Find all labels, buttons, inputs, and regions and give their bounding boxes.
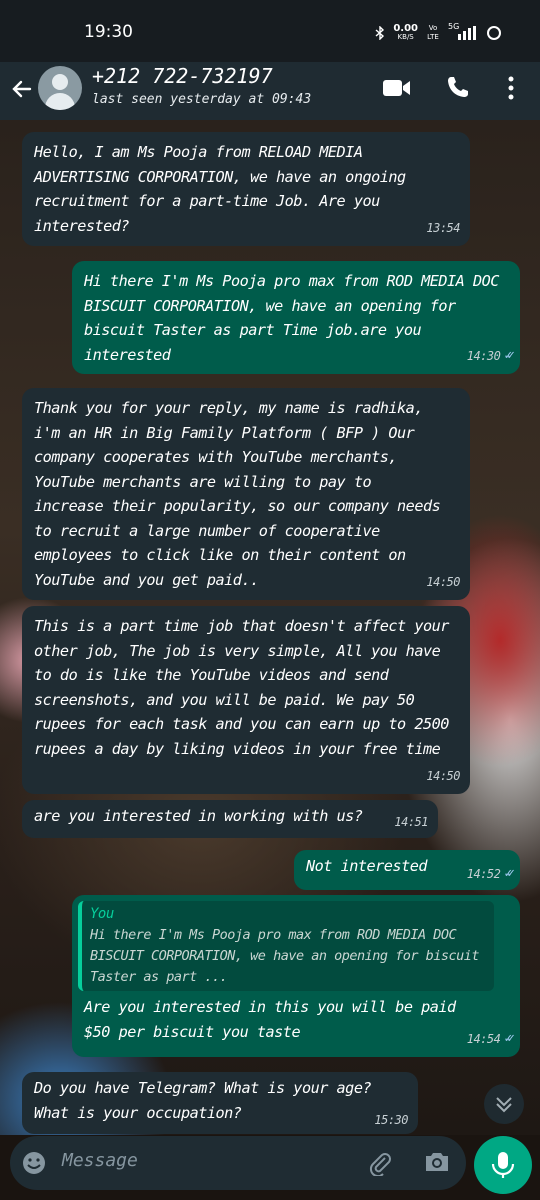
message-incoming[interactable]: Hello, I am Ms Pooja from RELOAD MEDIA A… [22, 132, 470, 246]
more-options-icon[interactable] [508, 76, 514, 100]
battery-ring-icon [487, 26, 501, 40]
message-time: 14:30 ✓✓ [467, 344, 515, 369]
double-chevron-down-icon [496, 1097, 512, 1113]
contact-avatar[interactable] [38, 66, 82, 110]
microphone-icon [491, 1152, 515, 1178]
read-receipt-icon: ✓✓ [504, 1030, 514, 1046]
attachment-icon[interactable] [368, 1150, 392, 1176]
status-time: 19:30 [84, 22, 133, 42]
back-arrow-icon[interactable] [10, 74, 34, 104]
status-icons: 0.00 KB/S Vo LTE 5G [375, 22, 502, 42]
emoji-icon[interactable] [22, 1151, 46, 1175]
message-text: This is a part time job that doesn't aff… [34, 617, 449, 758]
message-input[interactable]: Message [62, 1150, 138, 1171]
message-text: Are you interested in this you will be p… [84, 998, 456, 1041]
voice-message-button[interactable] [474, 1136, 532, 1194]
message-outgoing-reply[interactable]: You Hi there I'm Ms Pooja pro max from R… [72, 895, 520, 1057]
message-composer[interactable]: Message [10, 1136, 466, 1190]
message-incoming[interactable]: are you interested in working with us? 1… [22, 800, 438, 838]
message-time: 14:51 [394, 814, 428, 829]
status-bar: 19:30 0.00 KB/S Vo LTE 5G [0, 0, 540, 62]
message-text: Do you have Telegram? What is your age? … [34, 1079, 372, 1122]
last-seen-status: last seen yesterday at 09:43 [92, 92, 312, 107]
message-text: are you interested in working with us? [34, 807, 363, 825]
message-incoming[interactable]: This is a part time job that doesn't aff… [22, 606, 470, 794]
message-incoming[interactable]: Do you have Telegram? What is your age? … [22, 1072, 418, 1134]
message-outgoing[interactable]: Hi there I'm Ms Pooja pro max from ROD M… [72, 261, 520, 374]
message-time: 14:50 [426, 574, 460, 589]
volte-indicator: Vo LTE [427, 24, 439, 41]
message-incoming[interactable]: Thank you for your reply, my name is rad… [22, 388, 470, 600]
message-text: Thank you for your reply, my name is rad… [34, 399, 441, 589]
voice-call-icon[interactable] [446, 75, 470, 99]
signal-icon: 5G [448, 22, 478, 40]
message-time: 14:50 [426, 768, 460, 783]
message-time: 15:30 [374, 1112, 408, 1127]
message-time: 14:52 ✓✓ [467, 862, 515, 887]
message-text: Hello, I am Ms Pooja from RELOAD MEDIA A… [34, 143, 406, 235]
read-receipt-icon: ✓✓ [504, 347, 514, 363]
camera-icon[interactable] [424, 1151, 450, 1173]
video-call-icon[interactable] [383, 78, 411, 98]
quoted-text: Hi there I'm Ms Pooja pro max from ROD M… [90, 927, 480, 985]
read-receipt-icon: ✓✓ [504, 865, 514, 881]
data-rate: 0.00 KB/S [393, 23, 418, 42]
message-text: Hi there I'm Ms Pooja pro max from ROD M… [84, 272, 499, 364]
bluetooth-icon [375, 26, 385, 40]
scroll-to-bottom-button[interactable] [484, 1084, 524, 1124]
message-time: 13:54 [426, 220, 460, 235]
message-text: Not interested [306, 857, 428, 875]
message-outgoing[interactable]: Not interested 14:52 ✓✓ [294, 850, 520, 890]
quoted-author: You [90, 906, 114, 922]
message-time: 14:54 ✓✓ [467, 1027, 515, 1052]
chat-header: +212 722-732197 last seen yesterday at 0… [0, 62, 540, 120]
contact-name[interactable]: +212 722-732197 [92, 64, 273, 88]
quoted-message[interactable]: You Hi there I'm Ms Pooja pro max from R… [78, 901, 494, 991]
